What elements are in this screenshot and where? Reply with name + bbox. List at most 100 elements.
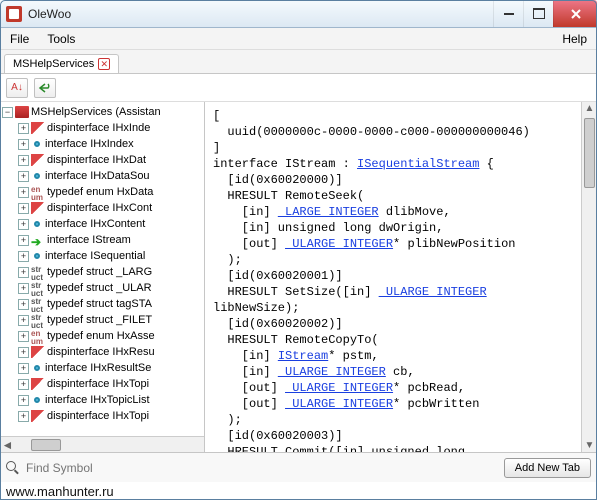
menubar: File Tools Help — [0, 28, 597, 50]
expander-icon[interactable]: + — [18, 299, 29, 310]
code-panel: [ uuid(0000000c-0000-0000-c000-000000000… — [205, 102, 597, 452]
tree-item[interactable]: + interface IHxContent — [2, 216, 204, 232]
tree-item-label: interface IHxTopicList — [45, 392, 150, 408]
code-v-scrollbar[interactable]: ▲ ▼ — [581, 102, 597, 452]
tree-item[interactable]: +dispinterface IHxInde — [2, 120, 204, 136]
tree-item-label: typedef enum HxAsse — [47, 328, 155, 344]
scroll-thumb[interactable] — [584, 118, 595, 188]
tree-panel: − MSHelpServices (Assistan +dispinterfac… — [0, 102, 205, 452]
tree-item[interactable]: +structtypedef struct _ULAR — [2, 280, 204, 296]
expander-icon[interactable]: + — [18, 123, 29, 134]
close-button[interactable] — [553, 0, 597, 27]
menu-help[interactable]: Help — [562, 32, 587, 46]
expander-icon[interactable]: + — [18, 139, 29, 150]
expander-icon[interactable]: + — [18, 171, 29, 182]
expander-icon[interactable]: − — [2, 107, 13, 118]
link-ularge-integer-3[interactable]: ULARGE INTEGER — [278, 365, 386, 379]
tree-item[interactable]: + dispinterface IHxCont — [2, 200, 204, 216]
find-symbol-input[interactable] — [26, 461, 498, 475]
expander-icon[interactable]: + — [18, 219, 29, 230]
expander-icon[interactable]: + — [18, 379, 29, 390]
tree-item[interactable]: + interface IHxTopicList — [2, 392, 204, 408]
tree-item[interactable]: + interface IHxResultSe — [2, 360, 204, 376]
menu-file[interactable]: File — [10, 32, 29, 46]
expander-icon[interactable]: + — [18, 315, 29, 326]
expander-icon[interactable]: + — [18, 363, 29, 374]
tree-item-label: typedef struct tagSTA — [47, 296, 152, 312]
tree-item[interactable]: +enumtypedef enum HxAsse — [2, 328, 204, 344]
tree-item[interactable]: + interface IHxDataSou — [2, 168, 204, 184]
add-new-tab-button[interactable]: Add New Tab — [504, 458, 591, 478]
tree-item[interactable]: + dispinterface IHxTopi — [2, 376, 204, 392]
tabstrip: MSHelpServices ✕ — [0, 50, 597, 74]
expander-icon[interactable]: + — [18, 283, 29, 294]
tree-item[interactable]: +structtypedef struct _FILET — [2, 312, 204, 328]
expander-icon[interactable]: + — [18, 411, 29, 422]
tree-item-label: interface ISequential — [45, 248, 145, 264]
sort-icon: A↓ — [11, 82, 23, 93]
link-ularge-integer[interactable]: ULARGE INTEGER — [285, 237, 393, 251]
tree-item[interactable]: + interface ISequential — [2, 248, 204, 264]
scroll-thumb[interactable] — [31, 439, 61, 451]
back-arrow-icon — [38, 82, 52, 94]
tree-item-label: interface IHxIndex — [45, 136, 134, 152]
expander-icon[interactable]: + — [18, 187, 29, 198]
link-ularge-integer-5[interactable]: ULARGE INTEGER — [285, 397, 393, 411]
scroll-down-icon[interactable]: ▼ — [582, 440, 597, 451]
library-icon — [15, 106, 29, 118]
scroll-up-icon[interactable]: ▲ — [582, 103, 597, 114]
tree-item-label: typedef struct _FILET — [47, 312, 152, 328]
expander-icon[interactable]: + — [18, 331, 29, 342]
expander-icon[interactable]: + — [18, 267, 29, 278]
titlebar: OleWoo — [0, 0, 597, 28]
tree-item-label: interface IStream — [47, 232, 131, 248]
back-button[interactable] — [34, 78, 56, 98]
menu-tools[interactable]: Tools — [47, 32, 75, 46]
tree-item[interactable]: +enumtypedef enum HxData — [2, 184, 204, 200]
expander-icon[interactable]: + — [18, 347, 29, 358]
tree-item[interactable]: + interface IHxIndex — [2, 136, 204, 152]
link-isequentialstream[interactable]: ISequentialStream — [357, 157, 479, 171]
expander-icon[interactable]: + — [18, 155, 29, 166]
tree-item-label: dispinterface IHxCont — [47, 200, 152, 216]
tree-item-label: interface IHxResultSe — [45, 360, 151, 376]
tab-mshelpservices[interactable]: MSHelpServices ✕ — [4, 54, 119, 73]
watermark: www.manhunter.ru — [0, 482, 597, 500]
tree-item[interactable]: +structtypedef struct tagSTA — [2, 296, 204, 312]
footer: Add New Tab — [0, 452, 597, 482]
tree-root[interactable]: − MSHelpServices (Assistan — [2, 104, 204, 120]
tree-item-label: interface IHxDataSou — [45, 168, 150, 184]
tree-item[interactable]: + dispinterface IHxResu — [2, 344, 204, 360]
tree-item-label: dispinterface IHxResu — [47, 344, 155, 360]
code-view[interactable]: [ uuid(0000000c-0000-0000-c000-000000000… — [205, 102, 597, 452]
link-istream[interactable]: IStream — [278, 349, 328, 363]
tab-close-icon[interactable]: ✕ — [98, 58, 110, 70]
tree-item-label: typedef struct _ULAR — [47, 280, 152, 296]
minimize-button[interactable] — [493, 0, 523, 27]
tree-item-label: interface IHxContent — [45, 216, 145, 232]
maximize-button[interactable] — [523, 0, 553, 27]
window-title: OleWoo — [28, 7, 493, 21]
scroll-left-icon[interactable]: ◄ — [0, 438, 15, 452]
expander-icon[interactable]: + — [18, 395, 29, 406]
tree-item-label: dispinterface IHxTopi — [47, 408, 149, 424]
tree-h-scrollbar[interactable]: ◄ — [0, 436, 204, 452]
tree-item[interactable]: + dispinterface IHxDat — [2, 152, 204, 168]
expander-icon[interactable]: + — [18, 235, 29, 246]
link-ularge-integer-2[interactable]: ULARGE INTEGER — [379, 285, 487, 299]
tree-root-label: MSHelpServices (Assistan — [31, 104, 161, 120]
toolbar: A↓ — [0, 74, 597, 102]
search-icon — [6, 461, 20, 475]
tree-item[interactable]: + dispinterface IHxTopi — [2, 408, 204, 424]
expander-icon[interactable]: + — [18, 203, 29, 214]
expander-icon[interactable]: + — [18, 251, 29, 262]
tab-label: MSHelpServices — [13, 58, 94, 70]
tree-item[interactable]: +➔interface IStream — [2, 232, 204, 248]
sort-button[interactable]: A↓ — [6, 78, 28, 98]
tree-item-label: dispinterface IHxDat — [47, 152, 146, 168]
link-ularge-integer-4[interactable]: ULARGE INTEGER — [285, 381, 393, 395]
tree-item[interactable]: +structtypedef struct _LARG — [2, 264, 204, 280]
link-large-integer[interactable]: LARGE INTEGER — [278, 205, 379, 219]
tree-item-label: dispinterface IHxTopi — [47, 376, 149, 392]
tree-item-label: typedef struct _LARG — [47, 264, 152, 280]
